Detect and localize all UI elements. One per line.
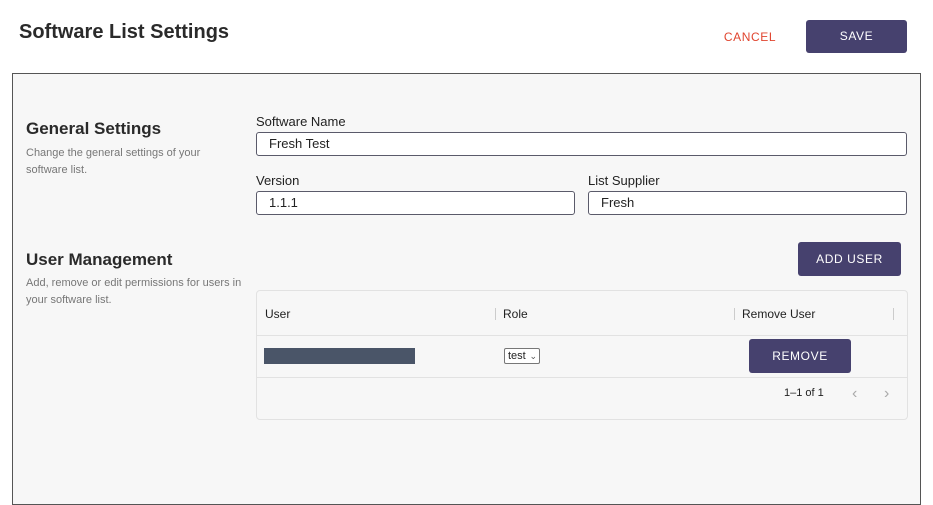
- software-name-input[interactable]: Fresh Test: [256, 132, 907, 156]
- general-settings-title: General Settings: [26, 119, 162, 138]
- list-supplier-input[interactable]: Fresh: [588, 191, 907, 215]
- remove-button[interactable]: REMOVE: [749, 339, 851, 373]
- column-separator: [893, 308, 894, 320]
- user-management-description: Add, remove or edit permissions for user…: [26, 277, 242, 306]
- user-management-title: User Management: [26, 250, 173, 269]
- column-separator: [734, 308, 735, 320]
- table-header: User Role Remove User: [257, 291, 907, 336]
- column-header-remove-user[interactable]: Remove User: [742, 307, 815, 321]
- table-row: test ⌄ REMOVE: [257, 336, 907, 378]
- list-supplier-label: List Supplier: [588, 173, 660, 188]
- role-value: test: [508, 350, 526, 362]
- role-select[interactable]: test ⌄: [504, 348, 540, 364]
- save-button[interactable]: SAVE: [806, 20, 907, 53]
- cancel-button[interactable]: CANCEL: [713, 25, 787, 49]
- page-title: Software List Settings: [19, 21, 230, 43]
- settings-panel: General Settings Change the general sett…: [12, 73, 921, 505]
- user-table: User Role Remove User test ⌄ REMOVE 1–1 …: [256, 290, 908, 420]
- version-label: Version: [256, 173, 300, 188]
- chevron-right-icon[interactable]: ›: [884, 385, 889, 403]
- version-input[interactable]: 1.1.1: [256, 191, 575, 215]
- column-header-user[interactable]: User: [265, 307, 290, 321]
- column-header-role[interactable]: Role: [503, 307, 528, 321]
- column-separator: [495, 308, 496, 320]
- general-settings-description: Change the general settings of your soft…: [26, 147, 201, 176]
- chevron-down-icon: ⌄: [529, 351, 537, 361]
- software-name-label: Software Name: [256, 114, 346, 129]
- chevron-left-icon[interactable]: ‹: [852, 385, 857, 403]
- redacted-user-name: [264, 348, 415, 364]
- pagination-text: 1–1 of 1: [784, 387, 824, 399]
- add-user-button[interactable]: ADD USER: [798, 242, 901, 276]
